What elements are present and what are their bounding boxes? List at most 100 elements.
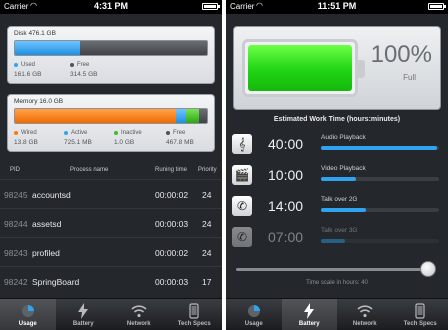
activity-row[interactable]: ✆ 14:00 Talk over 2G (232, 196, 442, 226)
disk-card: Disk 476.1 GB Used Free 161.6 GB 314.5 G… (7, 26, 215, 84)
process-pid: 98245 (4, 190, 28, 200)
process-pid: 98244 (4, 219, 28, 229)
activity-bar-fill (321, 208, 366, 212)
memory-card: Memory 16.0 GB Wired Active Inactive Fre… (7, 94, 215, 152)
process-row[interactable]: 98243 profiled 00:00:02 24 (0, 237, 222, 266)
process-running-time: 00:00:02 (155, 248, 189, 258)
tab-usage[interactable]: Usage (0, 299, 56, 330)
legend-wired-label: Wired (21, 130, 37, 136)
legend-mem-free: Free (166, 130, 185, 136)
wifi-icon (111, 302, 167, 320)
activity-bar (321, 239, 439, 243)
col-priority: Priority (198, 167, 217, 173)
activity-bar-fill (321, 177, 357, 181)
process-row[interactable]: 98244 assetsd 00:00:03 24 (0, 208, 222, 237)
tab-network[interactable]: Network (337, 299, 393, 330)
status-time: 11:51 PM (317, 1, 357, 11)
process-pid: 98243 (4, 248, 28, 258)
process-name: SpringBoard (32, 277, 80, 287)
disk-used-value: 161.6 GB (14, 71, 42, 78)
phone-3g-icon: ✆ (232, 227, 252, 247)
estimate-title: Estimated Work Time (hours:minutes) (273, 116, 401, 123)
memory-usage-bar (14, 108, 208, 124)
legend-active: Active (64, 130, 114, 136)
wifi-icon (337, 302, 393, 320)
process-running-time: 00:00:03 (155, 219, 189, 229)
disk-usage-bar (14, 40, 208, 56)
status-bar: Carrier ◠ 4:31 PM (0, 0, 222, 14)
time-scale-slider-thumb[interactable] (420, 261, 436, 277)
tab-tech-specs[interactable]: Tech Specs (393, 299, 448, 330)
legend-inactive: Inactive (114, 130, 166, 136)
tab-tech-specs[interactable]: Tech Specs (167, 299, 223, 330)
process-row[interactable]: 98245 accountsd 00:00:02 24 (0, 179, 222, 208)
tab-usage[interactable]: Usage (226, 299, 282, 330)
disk-values: 161.6 GB 314.5 GB (14, 71, 208, 78)
phone-2g-icon: ✆ (232, 196, 252, 216)
lightning-icon (282, 302, 338, 320)
status-bar: Carrier ◠ 11:51 PM (226, 0, 448, 14)
big-battery-icon (242, 39, 365, 97)
usage-screen: Carrier ◠ 4:31 PM Disk 476.1 GB Used Fre… (0, 0, 222, 330)
col-process-name: Process name (70, 167, 109, 173)
battery-percent: 100% (370, 41, 432, 68)
process-name: profiled (32, 248, 60, 258)
tab-battery[interactable]: Battery (281, 299, 338, 330)
phone-device-icon (393, 302, 448, 320)
pie-chart-icon (226, 302, 282, 320)
disk-title: Disk 476.1 GB (14, 30, 56, 37)
time-scale-slider-track[interactable] (236, 268, 428, 271)
legend-free: Free (70, 62, 89, 68)
tab-label: Tech Specs (403, 321, 437, 327)
tab-bar: Usage Battery Network Tech Specs (226, 298, 448, 330)
activity-label: Talk over 2G (321, 196, 358, 203)
status-time: 4:31 PM (93, 1, 128, 11)
activity-time: 07:00 (268, 229, 304, 245)
activity-bar (321, 177, 439, 181)
tab-label: Network (126, 321, 151, 327)
process-row[interactable]: 98242 SpringBoard 00:00:03 17 (0, 266, 222, 295)
activity-time: 40:00 (268, 136, 304, 152)
activity-row[interactable]: ✆ 07:00 Talk over 3G (232, 227, 442, 257)
activity-row[interactable]: 🎬 10:00 Video Playback (232, 165, 442, 195)
legend-wired: Wired (14, 130, 64, 136)
battery-charge-fill (248, 45, 352, 91)
col-running-time: Runing time (155, 167, 188, 173)
status-battery-icon (202, 3, 220, 10)
legend-used-label: Used (21, 62, 36, 68)
process-priority: 17 (202, 277, 212, 287)
activity-bar (321, 146, 439, 150)
tab-label: Battery (298, 321, 320, 327)
process-priority: 24 (202, 190, 212, 200)
tab-network[interactable]: Network (111, 299, 167, 330)
time-scale-label: Time scale in hours: 40 (306, 280, 368, 286)
battery-panel: 100% Full (233, 26, 441, 110)
disk-used-segment (15, 41, 81, 55)
battery-screen: Carrier ◠ 11:51 PM 100% Full Estimated W… (226, 0, 448, 330)
process-pid: 98242 (4, 277, 28, 287)
activity-time: 14:00 (268, 198, 304, 214)
memory-legend: Wired Active Inactive Free (14, 130, 208, 136)
activity-time: 10:00 (268, 167, 304, 183)
activity-label: Talk over 3G (321, 227, 358, 234)
activity-label: Audio Playback (321, 134, 366, 141)
video-icon: 🎬 (232, 165, 252, 185)
memory-values: 13.8 GB 725.1 MB 1.0 GB 467.8 MB (14, 139, 208, 146)
memory-wired-segment (15, 109, 177, 123)
process-running-time: 00:00:02 (155, 190, 189, 200)
legend-mem-free-label: Free (173, 130, 186, 136)
tab-label: Usage (244, 321, 263, 327)
legend-active-label: Active (71, 130, 88, 136)
activity-row[interactable]: 𝄞 40:00 Audio Playback (232, 134, 442, 164)
tab-battery[interactable]: Battery (56, 299, 112, 330)
legend-inactive-label: Inactive (121, 130, 142, 136)
tab-label: Usage (18, 321, 37, 327)
memory-wired-value: 13.8 GB (14, 139, 38, 146)
process-name: accountsd (32, 190, 71, 200)
memory-active-segment (176, 109, 186, 123)
activity-bar-fill (321, 146, 437, 150)
memory-active-value: 725.1 MB (64, 139, 92, 146)
disk-legend: Used Free (14, 62, 208, 68)
memory-free-segment (199, 109, 207, 123)
phone-device-icon (167, 302, 223, 320)
